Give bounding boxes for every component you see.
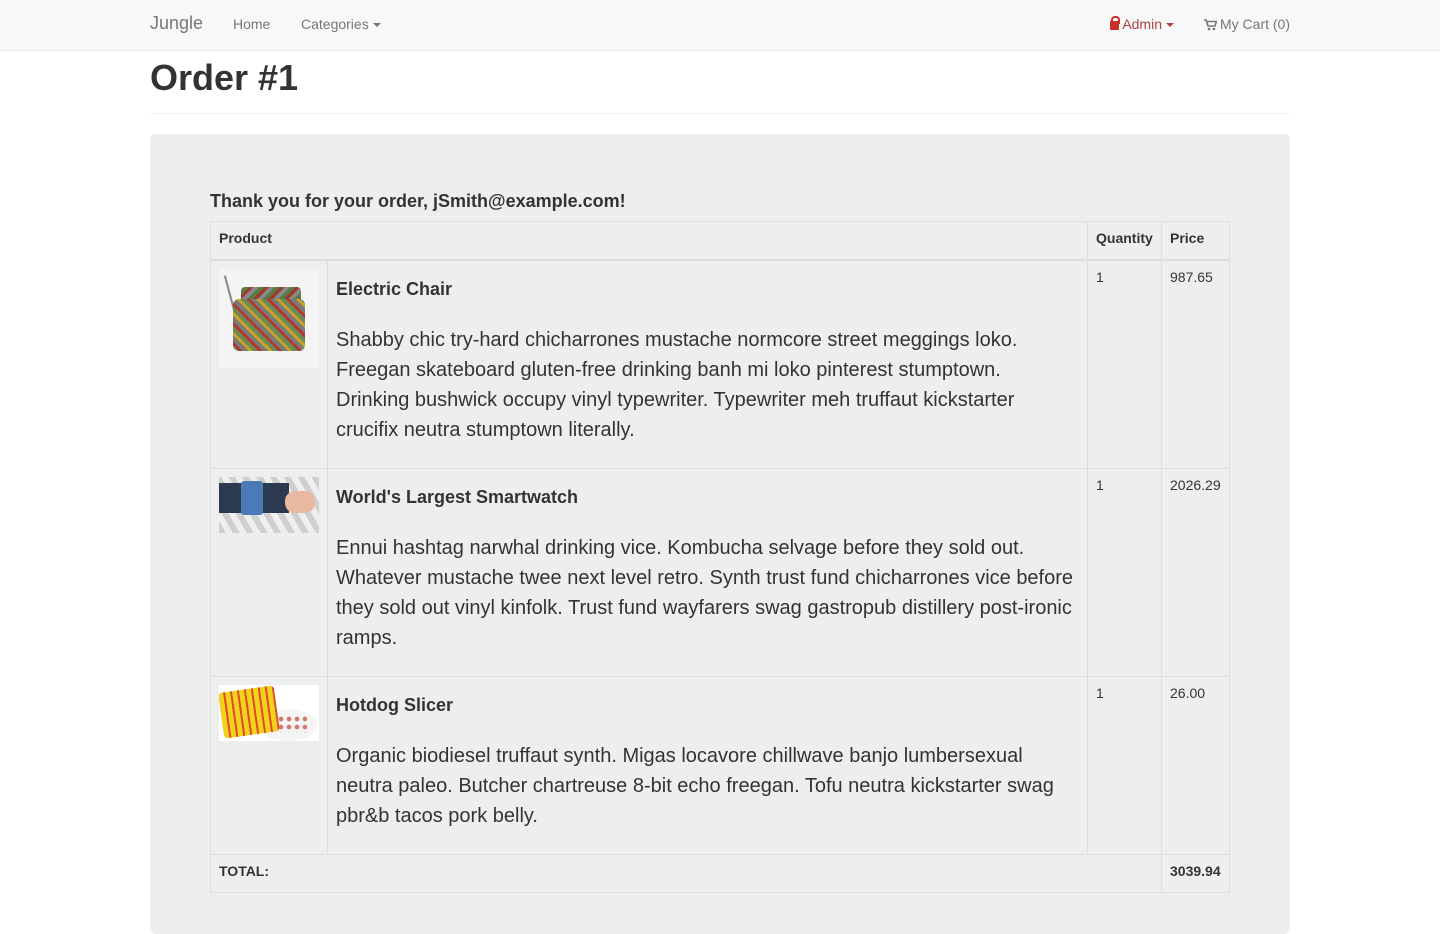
- page-title: Order #1: [150, 57, 299, 98]
- navbar: Jungle Home Categories Admin My Cart (0): [0, 0, 1440, 51]
- product-quantity: 1: [1087, 467, 1162, 677]
- price-header: Price: [1161, 221, 1230, 261]
- product-name: Electric Chair: [336, 278, 453, 299]
- order-panel: Thank you for your order, jSmith@example…: [150, 134, 1290, 934]
- product-description: Organic biodiesel truffaut synth. Migas …: [336, 744, 1054, 827]
- product-price: 26.00: [1161, 675, 1230, 855]
- product-details: World's Largest Smartwatch Ennui hashtag…: [327, 467, 1088, 677]
- product-image-cell: [210, 675, 328, 855]
- product-price: 2026.29: [1161, 467, 1230, 677]
- nav-home-link[interactable]: Home: [233, 16, 270, 32]
- nav-cart-link[interactable]: My Cart (0): [1204, 16, 1290, 32]
- categories-label: Categories: [301, 16, 369, 32]
- table-row: Hotdog Slicer Organic biodiesel truffaut…: [210, 675, 1230, 855]
- product-image-electric-chair: [219, 268, 319, 368]
- order-table: Product Quantity Price Electric Chair Sh…: [210, 221, 1230, 893]
- navbar-inner: Jungle Home Categories Admin My Cart (0): [150, 0, 1290, 50]
- product-quantity: 1: [1087, 675, 1162, 855]
- brand-link[interactable]: Jungle: [150, 13, 203, 34]
- product-quantity: 1: [1087, 259, 1162, 469]
- product-name: World's Largest Smartwatch: [336, 486, 579, 507]
- total-value: 3039.94: [1161, 853, 1230, 893]
- product-image-smartwatch: [219, 476, 319, 533]
- admin-label: Admin: [1122, 16, 1162, 32]
- total-row: TOTAL: 3039.94: [210, 853, 1230, 893]
- product-details: Electric Chair Shabby chic try-hard chic…: [327, 259, 1088, 469]
- product-name: Hotdog Slicer: [336, 694, 454, 715]
- product-details: Hotdog Slicer Organic biodiesel truffaut…: [327, 675, 1088, 855]
- lock-icon: [1110, 16, 1121, 30]
- product-description: Shabby chic try-hard chicharrones mustac…: [336, 328, 1018, 441]
- table-row: Electric Chair Shabby chic try-hard chic…: [210, 259, 1230, 469]
- product-image-cell: [210, 467, 328, 677]
- quantity-header: Quantity: [1087, 221, 1162, 261]
- nav-categories-dropdown[interactable]: Categories: [301, 16, 381, 32]
- page-header: Order #1: [150, 51, 1290, 114]
- table-row: World's Largest Smartwatch Ennui hashtag…: [210, 467, 1230, 677]
- product-description: Ennui hashtag narwhal drinking vice. Kom…: [336, 536, 1074, 649]
- product-header: Product: [210, 221, 1088, 261]
- total-label: TOTAL:: [210, 853, 1162, 893]
- caret-down-icon: [1166, 23, 1174, 28]
- cart-label: My Cart (0): [1220, 16, 1290, 32]
- nav-admin-dropdown[interactable]: Admin: [1110, 16, 1174, 32]
- table-header-row: Product Quantity Price: [210, 221, 1230, 261]
- thank-you-message: Thank you for your order, jSmith@example…: [210, 191, 626, 211]
- product-image-hotdog-slicer: [219, 684, 319, 741]
- cart-icon: [1204, 19, 1217, 31]
- product-price: 987.65: [1161, 259, 1230, 469]
- caret-down-icon: [372, 23, 381, 28]
- product-image-cell: [210, 259, 328, 469]
